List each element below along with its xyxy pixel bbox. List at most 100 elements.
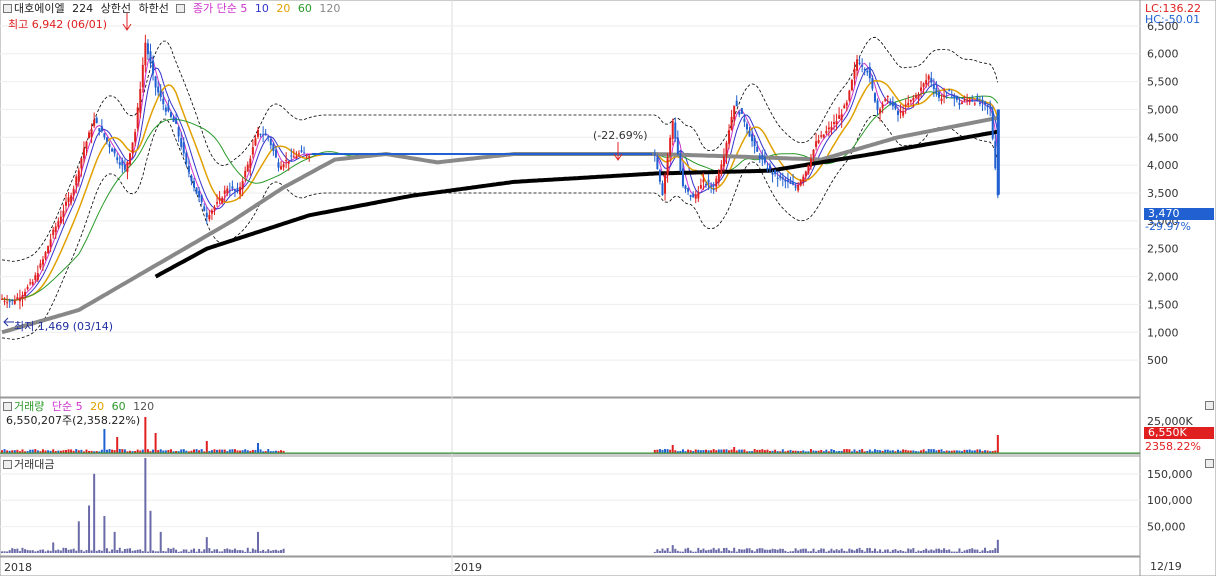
volume-bar xyxy=(223,449,226,453)
volume-menu-icon[interactable] xyxy=(3,402,12,411)
candle-body xyxy=(858,62,861,65)
volume-ma60-label: 60 xyxy=(111,400,126,413)
amount-bar xyxy=(262,549,265,553)
price-legend: 대호에이엘 224 상한선 하한선 종가 단순 5 10 20 60 120 xyxy=(14,2,344,15)
amount-bar xyxy=(948,549,951,553)
candle-body xyxy=(653,153,656,155)
amount-bar xyxy=(146,551,149,553)
candle-body xyxy=(277,162,280,168)
amount-bar xyxy=(776,549,779,553)
candle-body xyxy=(131,142,134,153)
price-tick-label: 2,000 xyxy=(1147,271,1179,284)
amount-panel-close-icon[interactable] xyxy=(1205,459,1214,468)
candle-body xyxy=(210,210,213,214)
amount-bar xyxy=(31,550,34,553)
volume-bar xyxy=(658,449,661,453)
stock-code: 224 xyxy=(72,2,94,15)
amount-bar xyxy=(978,551,981,553)
amount-bar xyxy=(710,549,713,553)
amount-bar xyxy=(131,550,134,553)
candle-body xyxy=(776,177,779,179)
candle-body xyxy=(827,127,830,130)
amount-bar xyxy=(226,548,229,553)
candle-body xyxy=(200,195,203,203)
candle-body xyxy=(136,107,139,129)
current-price-badge: 3,470 xyxy=(1144,208,1214,220)
candle-body xyxy=(809,158,812,168)
volume-bar xyxy=(781,449,784,453)
amount-bar xyxy=(756,548,759,553)
volume-bar xyxy=(927,449,930,453)
candle-body xyxy=(922,83,925,87)
candle-body xyxy=(684,185,687,190)
candle-body xyxy=(1,298,3,300)
candle-body xyxy=(121,160,124,166)
candle-body xyxy=(876,100,879,110)
candle-body xyxy=(80,158,83,169)
volume-bar xyxy=(34,449,37,453)
amount-bar xyxy=(868,547,871,553)
volume-panel[interactable] xyxy=(0,397,1141,455)
amount-bar xyxy=(861,549,864,553)
candle-body xyxy=(679,154,682,171)
candle-body xyxy=(797,185,800,191)
amount-bar xyxy=(702,548,705,553)
change-pct: -29.97% xyxy=(1145,220,1191,233)
amount-bar xyxy=(62,547,65,553)
candle-body xyxy=(105,137,108,142)
amount-bar xyxy=(656,549,659,553)
volume-bar xyxy=(681,449,684,453)
amount-bar xyxy=(902,551,905,553)
amount-bar xyxy=(664,550,667,553)
amount-bar xyxy=(223,549,226,553)
candle-body xyxy=(845,102,848,106)
volume-bar xyxy=(146,449,149,453)
candle-body xyxy=(82,148,85,159)
candle-body xyxy=(185,152,188,164)
panel-menu-icon[interactable] xyxy=(3,4,12,13)
candle-body xyxy=(692,193,695,198)
amount-bar xyxy=(763,549,766,553)
amount-bar xyxy=(65,547,67,553)
ma10-label: 10 xyxy=(254,2,269,15)
drop-annotation: (-22.69%) xyxy=(593,129,648,142)
amount-bar xyxy=(674,548,677,553)
amount-bar xyxy=(123,549,126,553)
amount-bar xyxy=(897,550,899,553)
amount-panel[interactable] xyxy=(0,455,1141,557)
amount-bar xyxy=(116,550,119,553)
ma-menu-icon[interactable] xyxy=(176,4,186,13)
volume-bar xyxy=(976,449,979,453)
candle-body xyxy=(689,194,692,197)
candle-body xyxy=(897,110,899,115)
amount-bar xyxy=(177,551,180,553)
amount-bar xyxy=(794,548,797,553)
amount-bar xyxy=(991,550,994,553)
candle-body xyxy=(218,197,221,201)
volume-bar xyxy=(116,437,119,453)
amount-bar xyxy=(67,549,70,553)
volume-bar xyxy=(180,449,183,453)
volume-panel-close-icon[interactable] xyxy=(1205,401,1214,410)
candle-body xyxy=(129,153,131,165)
candle-body xyxy=(233,189,236,192)
candle-body xyxy=(728,130,731,144)
price-panel[interactable] xyxy=(0,0,1141,398)
amount-bar xyxy=(269,550,272,553)
amount-bar xyxy=(208,548,211,553)
amount-bar xyxy=(205,537,208,553)
stock-chart[interactable]: 5001,0001,5002,0002,5003,0003,5004,0004,… xyxy=(0,0,1216,576)
price-tick-label: 5,500 xyxy=(1147,76,1179,89)
candle-body xyxy=(748,130,751,137)
amount-bar xyxy=(666,548,669,553)
amount-menu-icon[interactable] xyxy=(3,460,12,469)
amount-bar xyxy=(822,548,825,553)
candle-body xyxy=(661,183,664,195)
amount-bar xyxy=(774,549,777,553)
volume-bar xyxy=(930,449,933,453)
candle-body xyxy=(134,132,137,142)
candle-body xyxy=(940,98,943,102)
amount-bar xyxy=(728,550,731,553)
amount-bar xyxy=(103,516,106,553)
amount-bar xyxy=(190,549,193,553)
